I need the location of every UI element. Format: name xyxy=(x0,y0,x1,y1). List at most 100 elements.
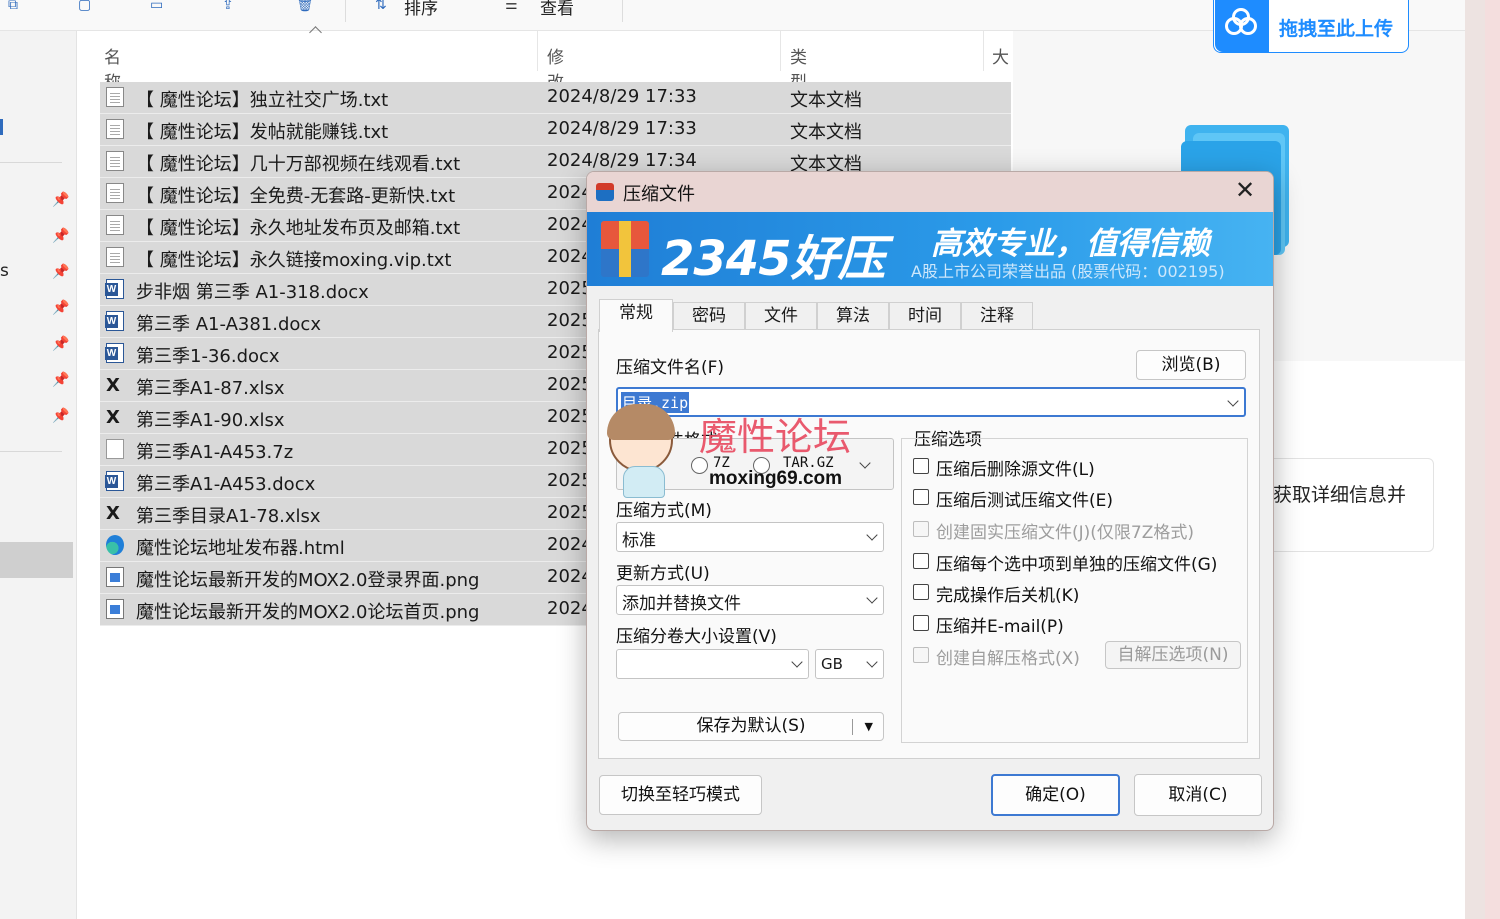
scrollbar[interactable] xyxy=(1465,0,1500,919)
delete-source-label[interactable]: 压缩后删除源文件(L) xyxy=(936,455,1095,480)
close-icon[interactable]: ✕ xyxy=(1235,176,1255,204)
file-name: 第三季目录A1-78.xlsx xyxy=(136,506,321,527)
tab-time[interactable]: 时间 xyxy=(889,302,961,331)
haozip-banner: 2345好压 高效专业，值得信赖 A股上市公司荣誉出品 (股票代码：002195… xyxy=(587,212,1273,286)
email-checkbox[interactable] xyxy=(913,615,929,631)
switch-lite-mode-button[interactable]: 切换至轻巧模式 xyxy=(599,775,762,815)
volume-unit-value: GB xyxy=(821,655,843,673)
solid-archive-label: 创建固实压缩文件(J)(仅限7Z格式) xyxy=(936,523,1195,543)
file-name: 魔性论坛最新开发的MOX2.0论坛首页.png xyxy=(136,602,480,623)
pin-icon[interactable]: 📌 xyxy=(52,372,69,388)
file-date: 2024/8/29 17:33 xyxy=(547,118,697,139)
forum-watermark: 魔性论坛 moxing69.com xyxy=(607,404,877,499)
baidu-upload-widget[interactable]: 拖拽至此上传 xyxy=(1213,0,1409,53)
nav-divider xyxy=(0,451,62,452)
pin-icon[interactable]: 📌 xyxy=(52,264,69,280)
view-icon[interactable]: ☰ xyxy=(505,0,527,12)
separate-archives-label[interactable]: 压缩每个选中项到单独的压缩文件(G) xyxy=(936,550,1217,575)
tab-password[interactable]: 密码 xyxy=(673,302,745,331)
banner-brand: 2345好压 xyxy=(661,231,886,286)
file-row[interactable]: 【 魔性论坛】发帖就能赚钱.txt 2024/8/29 17:33 文本文档 xyxy=(100,114,1011,146)
sfx-options-button: 自解压选项(N) xyxy=(1105,641,1241,669)
pin-icon[interactable]: 📌 xyxy=(52,408,69,424)
pin-icon[interactable]: 📌 xyxy=(52,228,69,244)
txt-file-icon xyxy=(106,87,124,107)
delete-icon[interactable]: 🗑 xyxy=(296,0,318,12)
toolbar-divider xyxy=(345,0,346,22)
compress-dialog: 压缩文件 ✕ 2345好压 高效专业，值得信赖 A股上市公司荣誉出品 (股票代码… xyxy=(586,171,1274,831)
dropdown-arrow-icon[interactable]: ▼ xyxy=(865,713,873,740)
chevron-down-icon xyxy=(866,592,878,604)
file-row[interactable]: 【 魔性论坛】独立社交广场.txt 2024/8/29 17:33 文本文档 xyxy=(100,82,1011,114)
update-select[interactable]: 添加并替换文件 xyxy=(616,585,884,615)
save-default-label: 保存为默认(S) xyxy=(696,716,806,736)
copy-icon[interactable]: ⧉ xyxy=(8,0,30,12)
txt-file-icon xyxy=(106,247,124,267)
nav-item-selected[interactable] xyxy=(0,542,73,578)
share-icon[interactable]: ⇪ xyxy=(222,0,244,12)
separate-archives-checkbox[interactable] xyxy=(913,553,929,569)
shutdown-label[interactable]: 完成操作后关机(K) xyxy=(936,581,1079,606)
update-label: 更新方式(U) xyxy=(616,564,710,584)
watermark-url: moxing69.com xyxy=(709,468,843,489)
browse-button[interactable]: 浏览(B) xyxy=(1136,350,1246,380)
file-name: 魔性论坛地址发布器.html xyxy=(136,538,345,559)
nav-item-label[interactable]: s xyxy=(0,261,9,281)
volume-size-input[interactable] xyxy=(616,649,809,679)
nav-divider xyxy=(0,162,62,163)
pin-icon[interactable]: 📌 xyxy=(52,336,69,352)
view-button[interactable]: 查看 xyxy=(540,0,574,19)
file-name: 步非烟 第三季 A1-318.docx xyxy=(136,282,369,303)
tab-general[interactable]: 常规 xyxy=(599,299,673,332)
pin-icon[interactable]: 📌 xyxy=(52,192,69,208)
file-name: 【 魔性论坛】发帖就能赚钱.txt xyxy=(136,122,389,143)
haozip-logo-icon xyxy=(601,221,649,277)
chevron-down-icon xyxy=(866,656,878,668)
file-name: 魔性论坛最新开发的MOX2.0登录界面.png xyxy=(136,570,480,591)
file-date: 2024/8/29 17:34 xyxy=(547,150,697,171)
method-select[interactable]: 标准 xyxy=(616,522,884,552)
method-label: 压缩方式(M) xyxy=(616,501,712,521)
volume-unit-select[interactable]: GB xyxy=(815,649,884,679)
paste-icon[interactable]: ▢ xyxy=(78,0,100,12)
chevron-down-icon[interactable] xyxy=(1227,395,1239,407)
test-archive-label[interactable]: 压缩后测试压缩文件(E) xyxy=(936,486,1113,511)
column-divider[interactable] xyxy=(983,31,984,71)
ok-button[interactable]: 确定(O) xyxy=(991,774,1120,816)
dialog-titlebar[interactable]: 压缩文件 ✕ xyxy=(587,172,1273,212)
txt-file-icon xyxy=(106,215,124,235)
word-file-icon: W xyxy=(105,279,124,299)
banner-slogan: 高效专业，值得信赖 xyxy=(931,226,1210,262)
cancel-button[interactable]: 取消(C) xyxy=(1134,774,1262,816)
details-hint: 获取详细信息并 xyxy=(1273,484,1407,506)
xlsx-file-icon: X xyxy=(106,375,120,396)
column-divider[interactable] xyxy=(780,31,781,71)
file-name: 第三季1-36.docx xyxy=(136,346,280,367)
column-divider[interactable] xyxy=(537,31,538,71)
email-label[interactable]: 压缩并E-mail(P) xyxy=(936,612,1064,637)
save-default-button[interactable]: 保存为默认(S) ▼ xyxy=(618,712,884,741)
solid-archive-checkbox xyxy=(913,521,929,537)
toolbar-divider xyxy=(622,0,623,22)
mascot-image xyxy=(607,404,675,472)
rename-icon[interactable]: ▭ xyxy=(150,0,172,12)
tab-algorithm[interactable]: 算法 xyxy=(817,302,889,331)
upload-label: 拖拽至此上传 xyxy=(1279,18,1394,40)
delete-source-checkbox[interactable] xyxy=(913,458,929,474)
shutdown-checkbox[interactable] xyxy=(913,584,929,600)
test-archive-checkbox[interactable] xyxy=(913,489,929,505)
pin-icon[interactable]: 📌 xyxy=(52,300,69,316)
tab-files[interactable]: 文件 xyxy=(745,302,817,331)
png-file-icon xyxy=(106,599,124,619)
png-file-icon xyxy=(106,567,124,587)
navigation-pane: 📌 📌 s 📌 📌 📌 📌 📌 xyxy=(0,31,77,919)
more-button[interactable]: ··· xyxy=(645,0,661,8)
sort-button[interactable]: 排序 xyxy=(404,0,438,19)
chevron-down-icon xyxy=(791,656,803,668)
tab-comment[interactable]: 注释 xyxy=(961,302,1033,331)
archive-app-icon xyxy=(596,183,614,201)
sort-icon[interactable]: ⇅ xyxy=(375,0,397,12)
file-name: 【 魔性论坛】独立社交广场.txt xyxy=(136,90,389,111)
split-divider xyxy=(852,719,853,735)
nav-accent xyxy=(0,119,3,135)
